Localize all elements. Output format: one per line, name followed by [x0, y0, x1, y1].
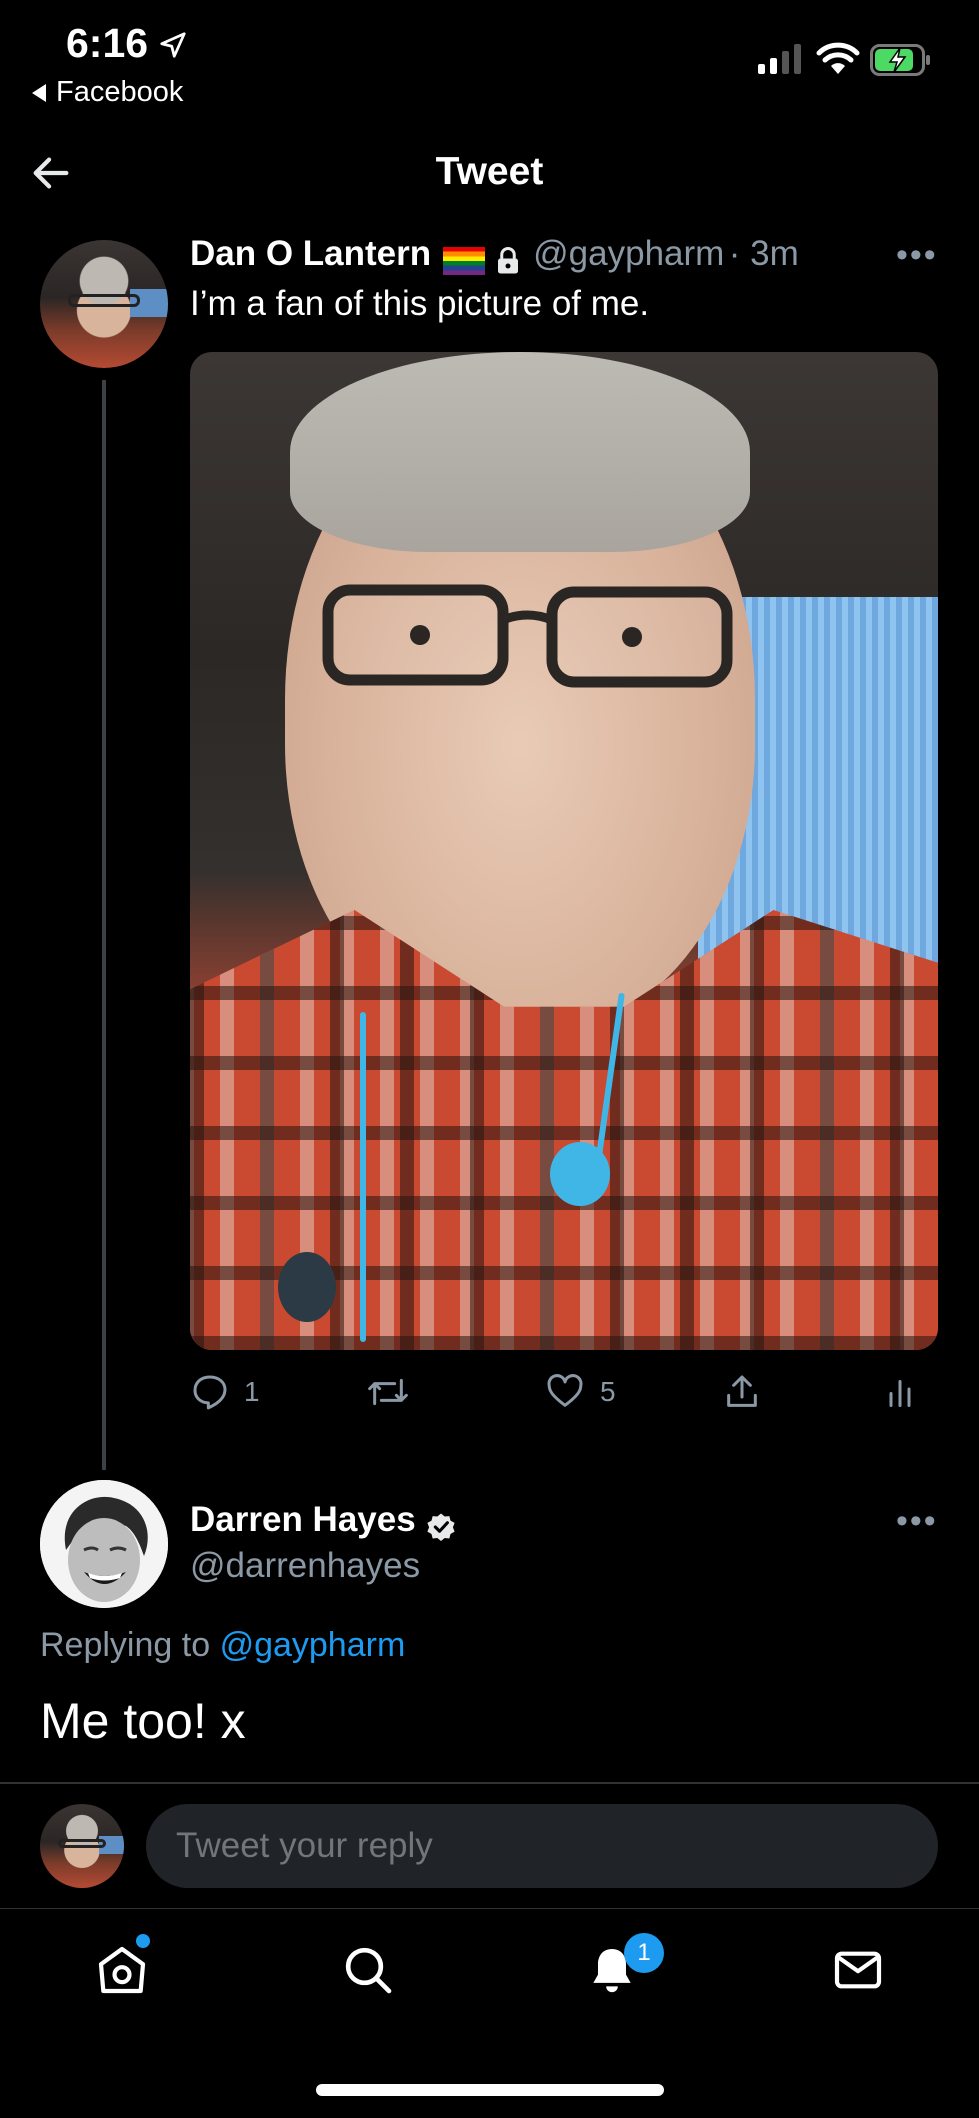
home-indicator[interactable] — [316, 2084, 664, 2096]
verified-badge-icon — [427, 1513, 455, 1541]
reply-input[interactable] — [146, 1804, 938, 1888]
tweet-text: I’m a fan of this picture of me. — [190, 284, 650, 323]
back-triangle-icon — [32, 84, 46, 103]
avatar-darren[interactable] — [40, 1480, 168, 1608]
messages-icon[interactable] — [830, 1942, 886, 1998]
share-action[interactable] — [722, 1372, 762, 1412]
heart-icon — [547, 1374, 583, 1407]
thread-line — [102, 380, 106, 1470]
back-to-app-link[interactable]: Facebook — [32, 76, 183, 109]
reply-icon — [193, 1375, 227, 1410]
analytics-icon — [889, 1380, 911, 1407]
battery-charging-icon — [870, 44, 930, 76]
avatar-darren-image — [40, 1480, 168, 1608]
reply-text: Me too! x — [40, 1693, 246, 1749]
home-icon[interactable] — [94, 1942, 150, 1998]
analytics-action[interactable] — [882, 1372, 918, 1412]
author-name[interactable]: Dan O Lantern — [190, 234, 431, 273]
tweet-photo[interactable] — [190, 352, 938, 1350]
tweet-time: · 3m — [728, 234, 799, 273]
lock-icon — [498, 246, 519, 274]
home-unread-dot — [136, 1934, 150, 1948]
location-arrow-icon — [160, 32, 186, 58]
cellular-signal-icon — [758, 44, 801, 74]
more-options-icon[interactable]: ••• — [896, 236, 938, 275]
share-icon — [727, 1375, 757, 1407]
compose-avatar — [40, 1804, 124, 1888]
back-app-label: Facebook — [56, 76, 184, 108]
author-handle[interactable]: @gaypharm — [533, 234, 724, 273]
reply-author-name[interactable]: Darren Hayes — [190, 1500, 416, 1539]
like-count: 5 — [600, 1376, 616, 1407]
rainbow-flag-icon — [443, 246, 486, 275]
tab-bar-divider — [0, 1908, 979, 1909]
replying-to-line: Replying to @gaypharm — [40, 1626, 405, 1665]
avatar-dan[interactable] — [40, 240, 168, 368]
wifi-icon — [816, 42, 860, 74]
reply-action[interactable]: 1 — [190, 1372, 260, 1412]
like-action[interactable]: 5 — [544, 1372, 616, 1412]
page-title: Tweet — [435, 150, 544, 193]
retweet-action[interactable] — [366, 1372, 410, 1412]
reply-count: 1 — [244, 1376, 260, 1407]
reply-more-options-icon[interactable]: ••• — [896, 1502, 938, 1541]
search-icon[interactable] — [340, 1942, 396, 1998]
tweet-header: Dan O Lantern @gaypharm · 3m — [190, 234, 799, 277]
retweet-icon — [368, 1378, 408, 1406]
reply-author-handle[interactable]: @darrenhayes — [190, 1546, 420, 1586]
notifications-badge: 1 — [624, 1933, 664, 1973]
replying-prefix: Replying to — [40, 1626, 211, 1664]
status-time: 6:16 — [66, 20, 149, 66]
replying-mention-link[interactable]: @gaypharm — [220, 1626, 406, 1664]
reply-author-row: Darren Hayes — [190, 1500, 458, 1544]
compose-top-divider — [0, 1782, 979, 1784]
